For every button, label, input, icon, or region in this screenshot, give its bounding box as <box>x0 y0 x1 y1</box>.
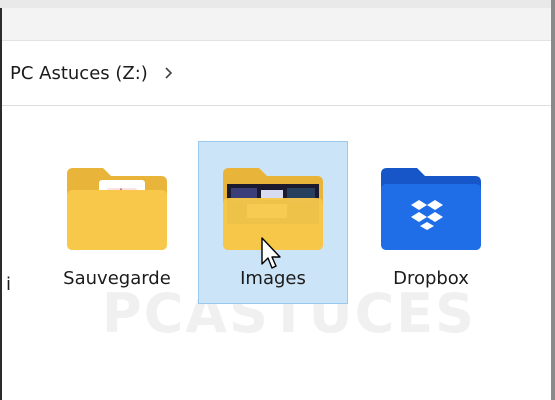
folder-item-images[interactable]: Images <box>198 141 348 304</box>
dropbox-folder-icon <box>381 168 481 250</box>
folder-pdf-icon <box>67 168 167 250</box>
file-view[interactable]: PCASTUCES i Sauvegarde Images Dropbox <box>2 106 551 400</box>
mouse-cursor-icon <box>261 237 281 269</box>
partial-item-label: i <box>6 274 12 295</box>
folder-item-dropbox[interactable]: Dropbox <box>356 141 506 304</box>
folder-item-sauvegarde[interactable]: Sauvegarde <box>42 141 192 304</box>
window-right-edge <box>551 0 555 400</box>
folder-label: Dropbox <box>393 268 469 289</box>
chevron-right-icon[interactable] <box>162 66 176 80</box>
folder-label: Sauvegarde <box>63 268 171 289</box>
address-bar[interactable]: PC Astuces (Z:) <box>2 41 551 106</box>
breadcrumb-drive[interactable]: PC Astuces (Z:) <box>10 63 148 84</box>
toolbar-strip <box>2 8 551 41</box>
